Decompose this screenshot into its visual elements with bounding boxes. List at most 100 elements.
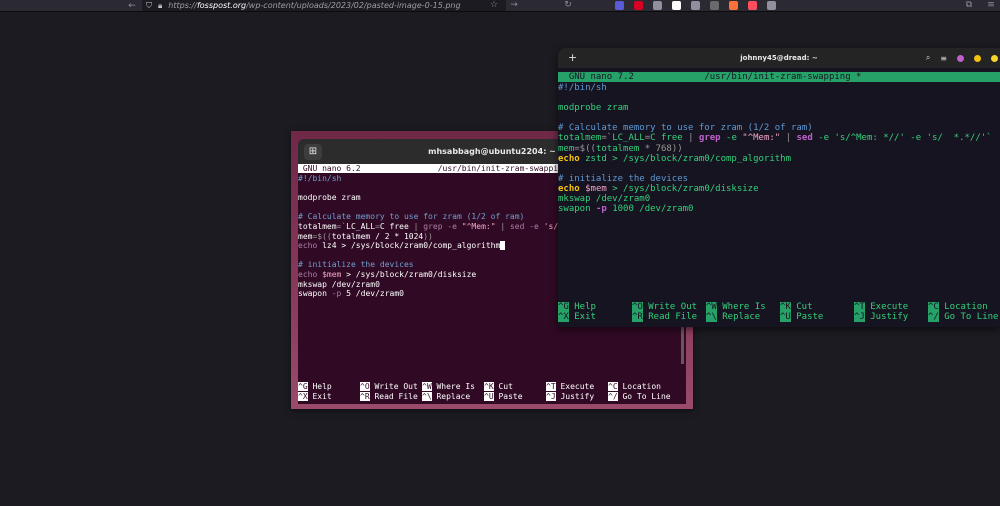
code-token: echo (558, 153, 580, 164)
code-token: totalmem (298, 221, 337, 231)
shortcut-label: Go To Line (938, 312, 999, 322)
terminal-content[interactable]: GNU nano 7.2 /usr/bin/init-zram-swapping… (558, 72, 1000, 327)
shortcut-item: ^C Location (928, 302, 988, 312)
minimize-icon[interactable] (957, 54, 964, 62)
extension-icon[interactable] (691, 1, 700, 10)
code-token (500, 241, 506, 251)
shortcut-label: Paste (790, 312, 824, 322)
extension-icon[interactable] (672, 1, 681, 10)
extension-icon[interactable] (634, 1, 643, 10)
code-token: LC_ALL (346, 221, 376, 231)
code-token: 5 /dev/zram0 (341, 289, 404, 299)
url-bar[interactable]: ⛉ 🔒︎ https://fosspost.org/wp-content/upl… (142, 0, 506, 11)
back-arrow-icon[interactable]: ← (126, 1, 138, 11)
browser-toolbar: ← ⛉ 🔒︎ https://fosspost.org/wp-content/u… (0, 0, 1000, 12)
code-token: echo (298, 269, 318, 279)
shortcut-item: ^\ Replace (706, 312, 760, 322)
reload-icon[interactable]: ↻ (562, 0, 574, 10)
code-token: # Calculate memory to use for zram (1/2 … (558, 123, 813, 134)
code-token: > /sys/block/zram0/disksize (606, 183, 759, 194)
code-token: =$(( (574, 143, 596, 154)
shortcut-item: ^\ Replace (422, 392, 470, 402)
extension-icon[interactable] (710, 1, 719, 10)
code-token: grep (698, 133, 721, 144)
code-token: $mem (579, 183, 607, 194)
code-token: swapon (558, 204, 596, 215)
shortcut-label: Where Is (431, 382, 475, 391)
code-token: #!/bin/sh (558, 83, 607, 93)
shortcut-label: Write Out (642, 302, 698, 312)
shortcut-label: Paste (493, 392, 523, 401)
code-token: "^Mem:" (461, 221, 496, 231)
shortcut-label: Cut (493, 382, 513, 391)
code-token: lz4 > /sys/block/zram0/comp_algorithm (317, 241, 501, 251)
code-token: )) (423, 231, 433, 241)
code-token: -e (524, 221, 544, 231)
shortcut-label: Go To Line (617, 392, 671, 401)
shield-icon[interactable]: ⛉ (146, 1, 152, 11)
shortcut-label: Location (617, 382, 661, 391)
code-line: echo $mem > /sys/block/zram0/disksize (558, 184, 992, 194)
shortcut-key: ^K (780, 302, 791, 312)
code-token: totalmem / 2 * 1024 (331, 231, 424, 241)
extension-icon[interactable] (748, 1, 757, 10)
code-token: totalmem (595, 143, 640, 154)
code-token: "^Mem:" (742, 133, 781, 144)
dark-terminal-window: + johnny45@dread: ~ ⌕ ≡ GNU nano 7.2 /us… (558, 48, 1000, 327)
code-token: echo (298, 241, 318, 251)
shortcut-key: ^/ (928, 312, 939, 322)
shortcut-item: ^J Justify (854, 312, 908, 322)
shortcut-label: Justify (864, 312, 909, 322)
shortcut-key: ^T (854, 302, 865, 312)
shortcut-key: ^K (484, 382, 494, 391)
shortcut-item: ^U Paste (780, 312, 823, 322)
close-icon[interactable] (991, 54, 998, 62)
extension-icon[interactable] (653, 1, 662, 10)
shortcut-item: ^O Write Out (360, 382, 418, 392)
shortcut-item: ^/ Go To Line (928, 312, 998, 322)
bookmark-star-icon[interactable]: ☆ (488, 0, 500, 10)
code-token: mkswap /dev/zram0 (558, 194, 651, 205)
extension-icon[interactable] (767, 1, 776, 10)
extension-icon[interactable] (615, 1, 624, 10)
shortcut-label: Location (938, 302, 988, 312)
code-token: modprobe zram (298, 193, 361, 203)
extensions-icon[interactable]: ⧉ (963, 0, 975, 10)
forward-arrow-icon[interactable]: → (508, 0, 520, 10)
menu-icon[interactable]: ≡ (985, 0, 997, 10)
shortcut-key: ^J (546, 392, 556, 401)
shortcut-label: Replace (716, 312, 761, 322)
maximize-icon[interactable] (974, 54, 981, 62)
shortcut-item: ^T Execute (854, 302, 908, 312)
code-token: =` (336, 221, 347, 231)
shortcut-key: ^W (422, 382, 432, 391)
menu-icon[interactable]: ≡ (940, 54, 947, 63)
shortcut-key: ^R (360, 392, 370, 401)
shortcut-label: Execute (555, 382, 595, 391)
shortcut-label: Read File (369, 392, 418, 401)
shortcut-label: Read File (642, 312, 698, 322)
shortcut-key: ^R (632, 312, 643, 322)
code-token: C free (379, 221, 414, 231)
code-token: | (495, 221, 510, 231)
editor-buffer[interactable]: #!/bin/sh modprobe zram # Calculate memory… (558, 83, 992, 214)
code-token: 's/ (543, 221, 559, 231)
code-token: #!/bin/sh (298, 174, 342, 183)
shortcut-item: ^T Execute (546, 382, 594, 392)
shortcut-key: ^O (632, 302, 643, 312)
search-icon[interactable]: ⌕ (926, 53, 930, 63)
shortcut-label: Execute (864, 302, 909, 312)
shortcut-item: ^X Exit (558, 312, 596, 322)
code-token: | (688, 133, 699, 144)
lock-icon[interactable]: 🔒︎ (158, 1, 162, 11)
shortcut-item: ^J Justify (546, 392, 594, 402)
code-token: # Calculate memory to use for zram (1/2 … (298, 212, 525, 222)
extension-icon[interactable] (729, 1, 738, 10)
code-token: | (780, 133, 797, 144)
code-token: $mem (317, 269, 342, 279)
shortcut-label: Write Out (369, 382, 418, 391)
shortcut-item: ^U Paste (484, 392, 523, 402)
